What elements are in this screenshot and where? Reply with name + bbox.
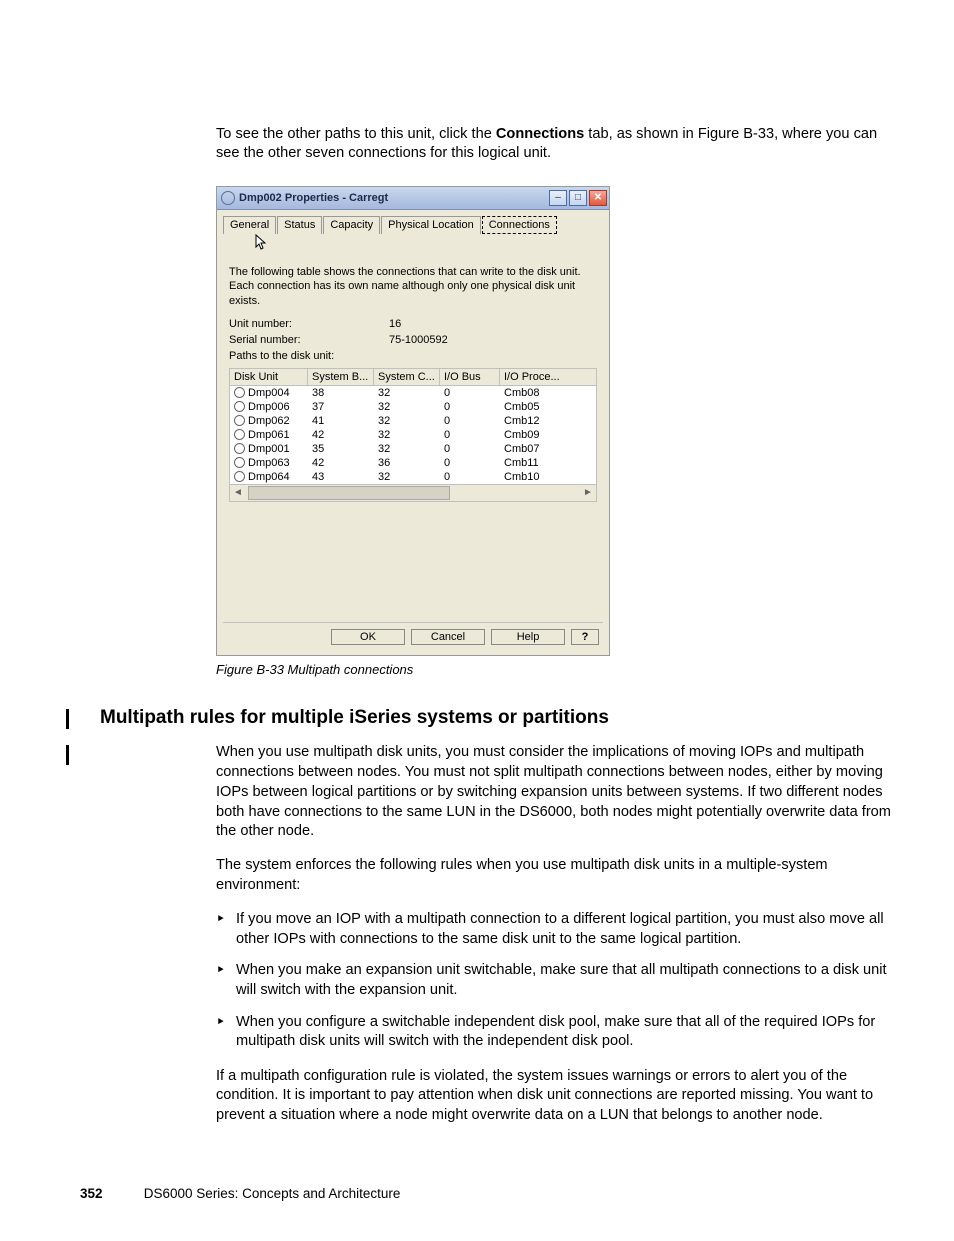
scroll-thumb[interactable]	[248, 486, 450, 500]
paths-label: Paths to the disk unit:	[229, 350, 389, 362]
disk-icon	[234, 387, 245, 398]
cell-io-proce: Cmb08	[500, 386, 584, 400]
cell-io-bus: 0	[440, 456, 500, 470]
description-text: The following table shows the connection…	[229, 265, 597, 308]
table-row[interactable]: Dmp006 37320Cmb05	[230, 400, 596, 414]
cell-io-proce: Cmb12	[500, 414, 584, 428]
close-button[interactable]: ✕	[589, 190, 607, 206]
table-row[interactable]: Dmp063 42360Cmb11	[230, 456, 596, 470]
scroll-left-icon[interactable]: ◄	[230, 487, 246, 498]
th-io-proce[interactable]: I/O Proce...	[500, 369, 584, 385]
cell-system-c: 32	[374, 442, 440, 456]
ok-button[interactable]: OK	[331, 629, 405, 645]
titlebar: Dmp002 Properties - Carregt – □ ✕	[217, 187, 609, 210]
cell-system-c: 32	[374, 400, 440, 414]
cell-disk: Dmp062	[248, 415, 290, 427]
disk-icon	[234, 471, 245, 482]
disk-icon	[234, 429, 245, 440]
cell-system-b: 37	[308, 400, 374, 414]
cell-system-b: 42	[308, 456, 374, 470]
rules-list: If you move an IOP with a multipath conn…	[216, 910, 898, 1052]
cell-system-c: 32	[374, 470, 440, 484]
connections-table: Disk Unit System B... System C... I/O Bu…	[229, 368, 597, 502]
tab-connections[interactable]: Connections	[482, 216, 557, 234]
minimize-button[interactable]: –	[549, 190, 567, 206]
table-row[interactable]: Dmp001 35320Cmb07	[230, 442, 596, 456]
unit-number-value: 16	[389, 318, 401, 330]
cell-disk: Dmp064	[248, 471, 290, 483]
cell-system-b: 41	[308, 414, 374, 428]
context-help-button[interactable]: ?	[571, 629, 599, 645]
book-title: DS6000 Series: Concepts and Architecture	[144, 1186, 401, 1201]
tab-strip: General Status Capacity Physical Locatio…	[223, 216, 603, 234]
cell-io-bus: 0	[440, 414, 500, 428]
cell-io-proce: Cmb07	[500, 442, 584, 456]
tab-general[interactable]: General	[223, 216, 276, 234]
cursor-pointer-icon	[255, 234, 269, 252]
cell-disk: Dmp004	[248, 387, 290, 399]
cell-io-proce: Cmb10	[500, 470, 584, 484]
cell-io-bus: 0	[440, 400, 500, 414]
tab-status[interactable]: Status	[277, 216, 322, 234]
cell-system-b: 43	[308, 470, 374, 484]
para-1: When you use multipath disk units, you m…	[216, 743, 898, 841]
disk-icon	[221, 191, 235, 205]
cell-system-b: 42	[308, 428, 374, 442]
cell-io-proce: Cmb11	[500, 456, 584, 470]
cell-system-c: 36	[374, 456, 440, 470]
disk-icon	[234, 401, 245, 412]
para-3: If a multipath configuration rule is vio…	[216, 1067, 898, 1126]
cell-disk: Dmp063	[248, 457, 290, 469]
cell-io-bus: 0	[440, 470, 500, 484]
maximize-button[interactable]: □	[569, 190, 587, 206]
table-row[interactable]: Dmp064 43320Cmb10	[230, 470, 596, 484]
cell-io-bus: 0	[440, 442, 500, 456]
section-heading: Multipath rules for multiple iSeries sys…	[100, 707, 898, 729]
serial-number-value: 75-1000592	[389, 334, 448, 346]
cell-system-c: 32	[374, 414, 440, 428]
figure-caption: Figure B-33 Multipath connections	[216, 662, 898, 677]
serial-number-label: Serial number:	[229, 334, 389, 346]
cell-system-c: 32	[374, 428, 440, 442]
para-2: The system enforces the following rules …	[216, 856, 898, 895]
page-footer: 352 DS6000 Series: Concepts and Architec…	[80, 1186, 898, 1201]
scroll-right-icon[interactable]: ►	[580, 487, 596, 498]
cell-system-c: 32	[374, 386, 440, 400]
cancel-button[interactable]: Cancel	[411, 629, 485, 645]
table-row[interactable]: Dmp004 38320Cmb08	[230, 386, 596, 400]
cell-io-bus: 0	[440, 386, 500, 400]
tab-physical-location[interactable]: Physical Location	[381, 216, 481, 234]
th-system-c[interactable]: System C...	[374, 369, 440, 385]
cell-disk: Dmp001	[248, 443, 290, 455]
cell-system-b: 35	[308, 442, 374, 456]
page-number: 352	[80, 1186, 140, 1201]
cell-io-bus: 0	[440, 428, 500, 442]
th-disk-unit[interactable]: Disk Unit	[230, 369, 308, 385]
th-system-b[interactable]: System B...	[308, 369, 374, 385]
table-row[interactable]: Dmp061 42320Cmb09	[230, 428, 596, 442]
list-item: When you configure a switchable independ…	[236, 1013, 898, 1052]
tab-capacity[interactable]: Capacity	[323, 216, 380, 234]
figure-dialog: Dmp002 Properties - Carregt – □ ✕ Genera…	[216, 186, 610, 656]
cell-system-b: 38	[308, 386, 374, 400]
window-title: Dmp002 Properties - Carregt	[239, 192, 549, 204]
disk-icon	[234, 443, 245, 454]
horizontal-scrollbar[interactable]: ◄ ►	[230, 484, 596, 501]
list-item: If you move an IOP with a multipath conn…	[236, 910, 898, 949]
help-button[interactable]: Help	[491, 629, 565, 645]
disk-icon	[234, 415, 245, 426]
cell-disk: Dmp006	[248, 401, 290, 413]
intro-paragraph: To see the other paths to this unit, cli…	[216, 125, 898, 164]
cell-disk: Dmp061	[248, 429, 290, 441]
list-item: When you make an expansion unit switchab…	[236, 961, 898, 1000]
disk-icon	[234, 457, 245, 468]
th-io-bus[interactable]: I/O Bus	[440, 369, 500, 385]
cell-io-proce: Cmb05	[500, 400, 584, 414]
unit-number-label: Unit number:	[229, 318, 389, 330]
cell-io-proce: Cmb09	[500, 428, 584, 442]
table-row[interactable]: Dmp062 41320Cmb12	[230, 414, 596, 428]
